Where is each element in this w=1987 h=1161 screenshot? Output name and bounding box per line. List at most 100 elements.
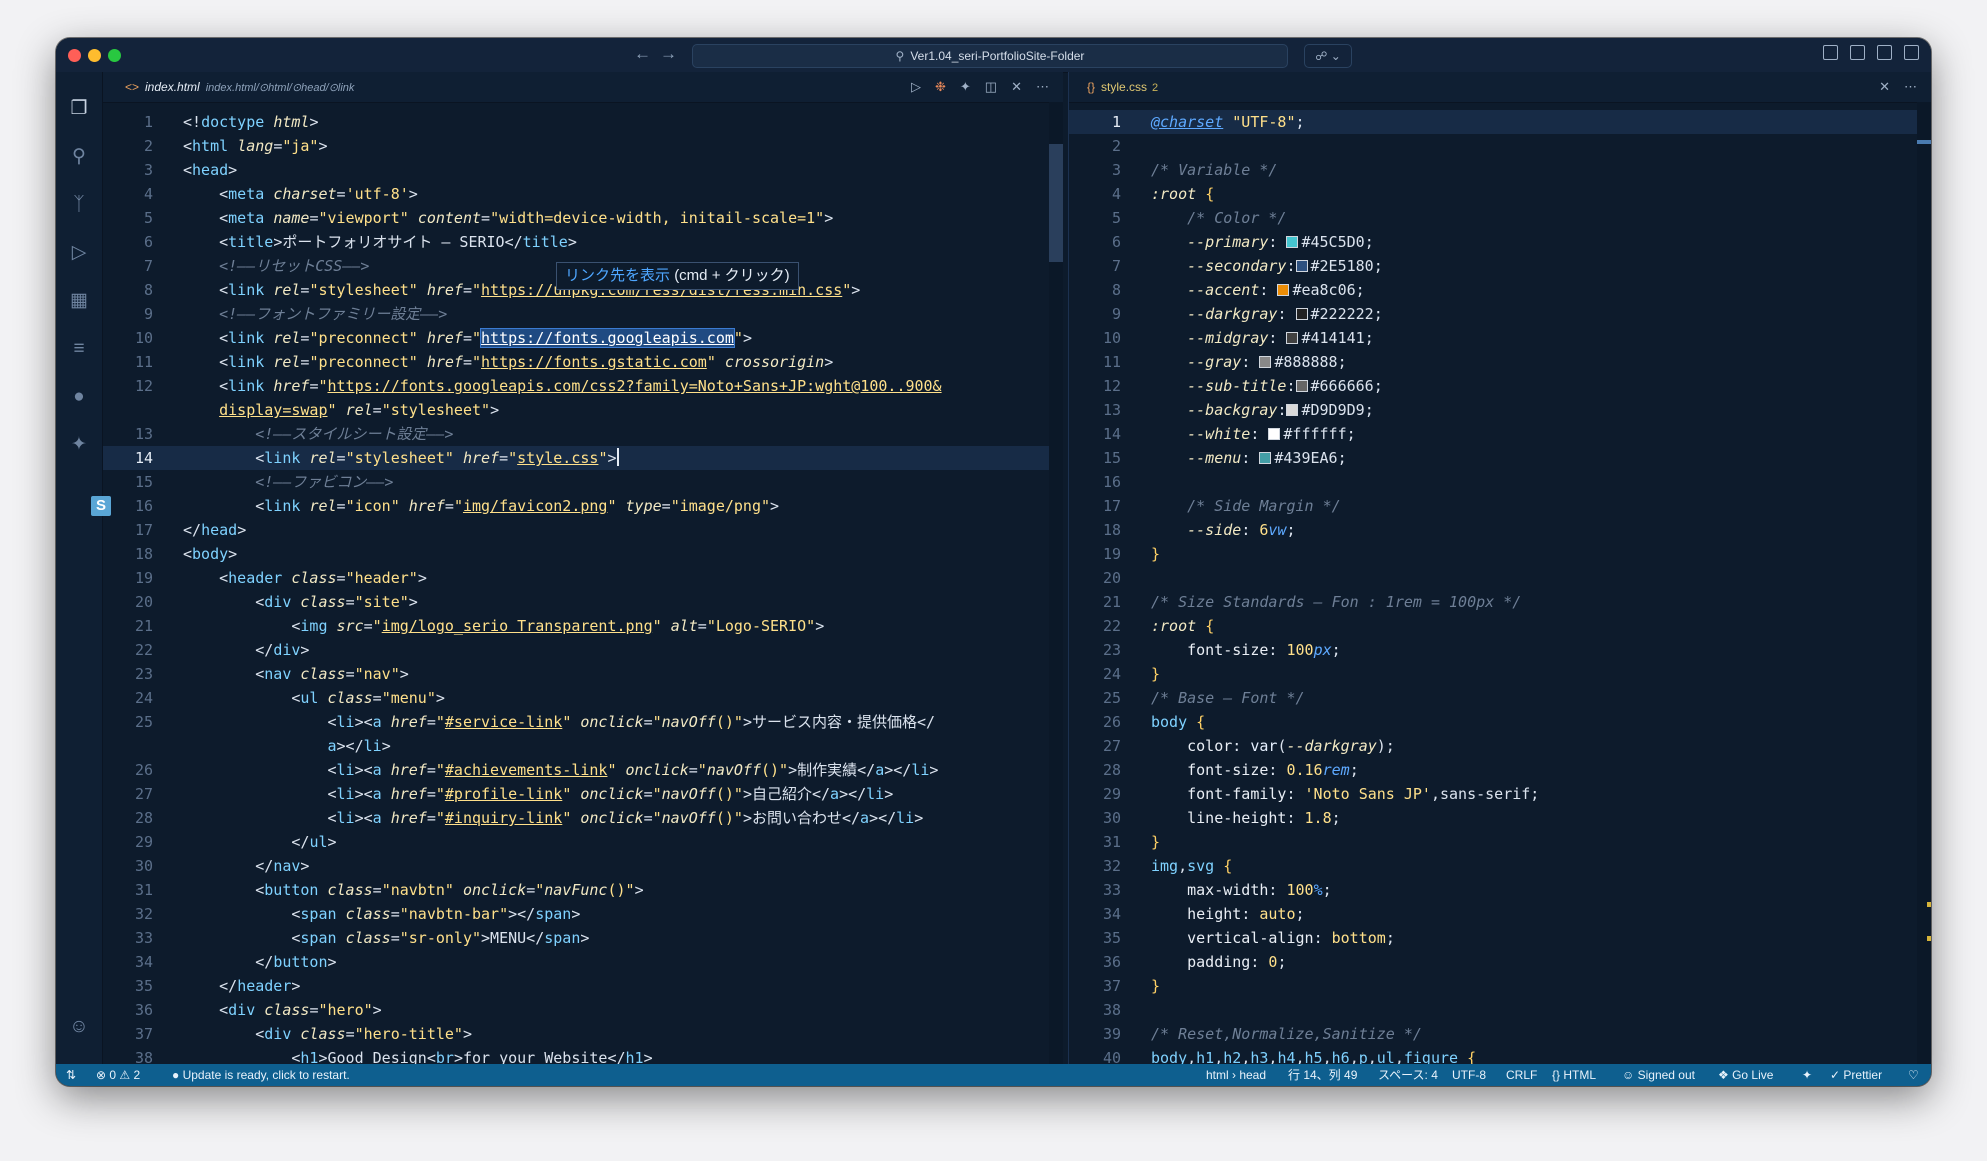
line-number: 8	[1111, 281, 1121, 299]
zoom-window-button[interactable]	[108, 49, 121, 62]
color-swatch[interactable]	[1286, 236, 1299, 248]
split-editor-icon[interactable]: ◫	[985, 72, 997, 102]
line-number: 19	[134, 569, 153, 587]
line-number: 20	[1102, 569, 1121, 587]
search-icon[interactable]: ⚲	[68, 146, 90, 168]
remote-icon[interactable]: ⇅	[66, 1064, 76, 1086]
arrow-left-icon[interactable]: ←	[634, 44, 651, 64]
explorer-icon[interactable]: ❐	[68, 98, 90, 120]
close-icon[interactable]: ✕	[1879, 72, 1890, 102]
workspace-name: Ver1.04_seri-PortfolioSite-Folder	[910, 49, 1085, 63]
color-value: #414141	[1301, 329, 1365, 347]
line-number: 1	[143, 113, 153, 131]
color-swatch[interactable]	[1295, 380, 1308, 392]
html-code[interactable]: 1 <!doctype html> 2 <html lang="ja"> 3 <hea…	[91, 110, 1063, 1070]
more-actions-icon[interactable]: ⋯	[1904, 72, 1917, 102]
line-number: 34	[1102, 905, 1121, 923]
run-debug-icon[interactable]: ▷	[68, 242, 90, 264]
line-number: 19	[1102, 545, 1121, 563]
line-number: 21	[134, 617, 153, 635]
color-swatch[interactable]	[1295, 260, 1308, 272]
line-number: 35	[1102, 929, 1121, 947]
link-hover-tooltip[interactable]: リンク先を表示 (cmd + クリック)	[556, 262, 799, 290]
color-swatch[interactable]	[1259, 452, 1272, 464]
color-value: #D9D9D9	[1301, 401, 1365, 419]
customize-layout-icon[interactable]	[1823, 45, 1838, 60]
copilot-icon[interactable]: ✦	[960, 72, 971, 102]
line-number: 15	[1102, 449, 1121, 467]
line-number: 25	[1102, 689, 1121, 707]
line-number: 24	[134, 689, 153, 707]
run-icon[interactable]: ▷	[911, 72, 921, 102]
line-number: 9	[143, 305, 153, 323]
color-swatch[interactable]	[1295, 308, 1308, 320]
status-breadcrumb[interactable]: html › head	[1206, 1064, 1266, 1086]
color-value: #888888	[1274, 353, 1338, 371]
line-number: 7	[143, 257, 153, 275]
toggle-primary-sidebar-icon[interactable]	[1850, 45, 1865, 60]
prettier-status[interactable]: ✓ Prettier	[1830, 1064, 1882, 1086]
line-number: 7	[1111, 257, 1121, 275]
color-swatch[interactable]	[1268, 428, 1281, 440]
close-window-button[interactable]	[68, 49, 81, 62]
editor-group-html: <> index.html index.html/⊙html/⊙head/⊙link…	[91, 72, 1063, 1067]
copilot-icon[interactable]: ✦	[68, 434, 90, 456]
account-icon[interactable]: ☺	[68, 1016, 90, 1038]
line-number: 4	[143, 185, 153, 203]
problems-indicator[interactable]: ⊗ 0 ⚠ 2	[96, 1064, 140, 1086]
color-value: #222222	[1310, 305, 1374, 323]
close-icon[interactable]: ✕	[1011, 72, 1022, 102]
tab-filename: index.html	[145, 80, 200, 94]
color-swatch[interactable]	[1277, 284, 1290, 296]
breadcrumb[interactable]: index.html/⊙html/⊙head/⊙link	[206, 82, 355, 94]
line-number: 14	[134, 449, 153, 467]
scrollbar-thumb[interactable]	[1049, 144, 1063, 262]
copilot-menu-button[interactable]: ☍ ⌄	[1304, 44, 1352, 68]
arrow-right-icon[interactable]: →	[660, 44, 677, 64]
line-number: 15	[134, 473, 153, 491]
command-center-search[interactable]: ⚲ Ver1.04_seri-PortfolioSite-Folder	[692, 44, 1288, 68]
scrollbar-thumb[interactable]	[1917, 140, 1931, 144]
tab-style-css[interactable]: {} style.css 2	[1069, 72, 1158, 102]
line-number: 31	[134, 881, 153, 899]
update-message[interactable]: Update is ready, click to restart.	[183, 1068, 350, 1082]
go-live-label: Go Live	[1732, 1068, 1774, 1082]
cursor-position[interactable]: 行 14、列 49	[1288, 1064, 1357, 1086]
more-actions-icon[interactable]: ⋯	[1036, 72, 1049, 102]
encoding-setting[interactable]: UTF-8	[1452, 1064, 1486, 1086]
live-preview-icon[interactable]: ❉	[935, 72, 946, 102]
tab-index-html[interactable]: <> index.html index.html/⊙html/⊙head/⊙link	[103, 72, 354, 102]
go-live-button[interactable]: ❖ Go Live	[1718, 1064, 1773, 1086]
activity-bar: ❐ ⚲ ᛉ ▷ ▦ ≡ ● ✦ ☺ ⚙	[56, 72, 103, 1083]
color-swatch[interactable]	[1259, 356, 1272, 368]
line-number: 23	[1102, 641, 1121, 659]
copilot-status-icon[interactable]: ✦	[1802, 1064, 1812, 1086]
color-value: #2E5180	[1310, 257, 1374, 275]
color-swatch[interactable]	[1286, 332, 1299, 344]
indentation-setting[interactable]: スペース: 4	[1378, 1064, 1438, 1086]
toggle-secondary-sidebar-icon[interactable]	[1904, 45, 1919, 60]
python-icon[interactable]: ●	[68, 386, 90, 408]
update-notification[interactable]: ● Update is ready, click to restart.	[172, 1064, 350, 1086]
tooltip-shortcut: (cmd + クリック)	[674, 267, 790, 284]
language-mode[interactable]: {} HTML	[1552, 1064, 1596, 1086]
vertical-scrollbar[interactable]	[1917, 102, 1931, 1064]
eol-setting[interactable]: CRLF	[1506, 1064, 1537, 1086]
css-code[interactable]: 1 @charset "UTF-8"; 2 3/* Variable */ 4:r…	[1069, 110, 1931, 1070]
notifications-bell-icon[interactable]: ♡	[1908, 1064, 1919, 1086]
extensions-icon[interactable]: ▦	[68, 290, 90, 312]
line-number: 38	[1102, 1001, 1121, 1019]
line-number: 29	[134, 833, 153, 851]
testing-icon[interactable]: ≡	[68, 338, 90, 360]
line-number: 10	[134, 329, 153, 347]
toggle-panel-icon[interactable]	[1877, 45, 1892, 60]
minimize-window-button[interactable]	[88, 49, 101, 62]
source-control-icon[interactable]: ᛉ	[68, 194, 90, 216]
line-number: 28	[134, 809, 153, 827]
tooltip-link-text[interactable]: リンク先を表示	[565, 267, 670, 284]
color-swatch[interactable]	[1286, 404, 1299, 416]
account-status[interactable]: ☺ Signed out	[1622, 1064, 1695, 1086]
editor-actions: ✕ ⋯	[1879, 72, 1917, 102]
line-number: 3	[1111, 161, 1121, 179]
line-number: 29	[1102, 785, 1121, 803]
